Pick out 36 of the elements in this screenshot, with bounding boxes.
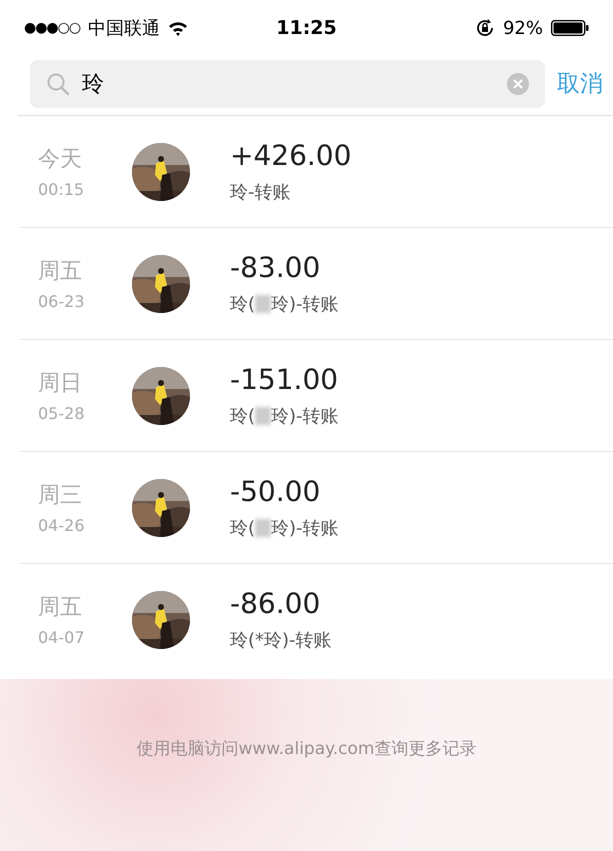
transaction-memo: 玲( 玲)-转账 bbox=[230, 293, 339, 316]
clear-icon[interactable] bbox=[507, 72, 529, 94]
battery-icon bbox=[550, 20, 589, 36]
search-icon bbox=[46, 72, 70, 96]
transaction-row[interactable]: 周日 05-28 -151.00 玲( 玲)-转账 bbox=[20, 340, 613, 452]
date-time: 06-23 bbox=[38, 292, 86, 311]
carrier-name: 中国联通 bbox=[88, 17, 160, 40]
clock-time: 11:25 bbox=[276, 17, 337, 39]
amount: -151.00 bbox=[230, 363, 339, 396]
signal-strength: ●●●○○ bbox=[24, 20, 80, 36]
amount: -86.00 bbox=[230, 587, 322, 620]
wifi-icon bbox=[168, 20, 188, 36]
rotation-lock-icon bbox=[474, 18, 495, 38]
date-label: 周三 bbox=[38, 482, 83, 510]
transaction-memo: 玲(*玲)-转账 bbox=[230, 629, 332, 652]
transaction-row[interactable]: 周五 04-07 -86.00 玲(*玲)-转账 bbox=[20, 564, 613, 675]
date-label: 周五 bbox=[38, 258, 83, 286]
amount: -50.00 bbox=[230, 475, 322, 508]
date-label: 周五 bbox=[38, 594, 83, 622]
date-label: 今天 bbox=[38, 146, 83, 174]
search-field[interactable]: 玲 bbox=[30, 60, 545, 108]
date-time: 04-07 bbox=[38, 628, 86, 647]
date-time: 00:15 bbox=[38, 180, 86, 199]
date-time: 05-28 bbox=[38, 404, 86, 423]
footer-hint: 使用电脑访问www.alipay.com查询更多记录 bbox=[136, 738, 476, 761]
date-label: 周日 bbox=[38, 370, 83, 398]
amount: -83.00 bbox=[230, 251, 322, 284]
transaction-row[interactable]: 周三 04-26 -50.00 玲( 玲)-转账 bbox=[20, 452, 613, 564]
transaction-memo: 玲-转账 bbox=[230, 181, 292, 204]
transaction-memo: 玲( 玲)-转账 bbox=[230, 405, 339, 428]
transaction-row[interactable]: 周五 06-23 -83.00 玲( 玲)-转账 bbox=[20, 228, 613, 340]
amount: +426.00 bbox=[230, 139, 352, 172]
transaction-memo: 玲( 玲)-转账 bbox=[230, 517, 339, 540]
date-time: 04-26 bbox=[38, 516, 86, 535]
battery-percentage: 92% bbox=[502, 18, 543, 38]
transaction-row[interactable]: 今天 00:15 +426.00 玲-转账 bbox=[20, 116, 613, 228]
